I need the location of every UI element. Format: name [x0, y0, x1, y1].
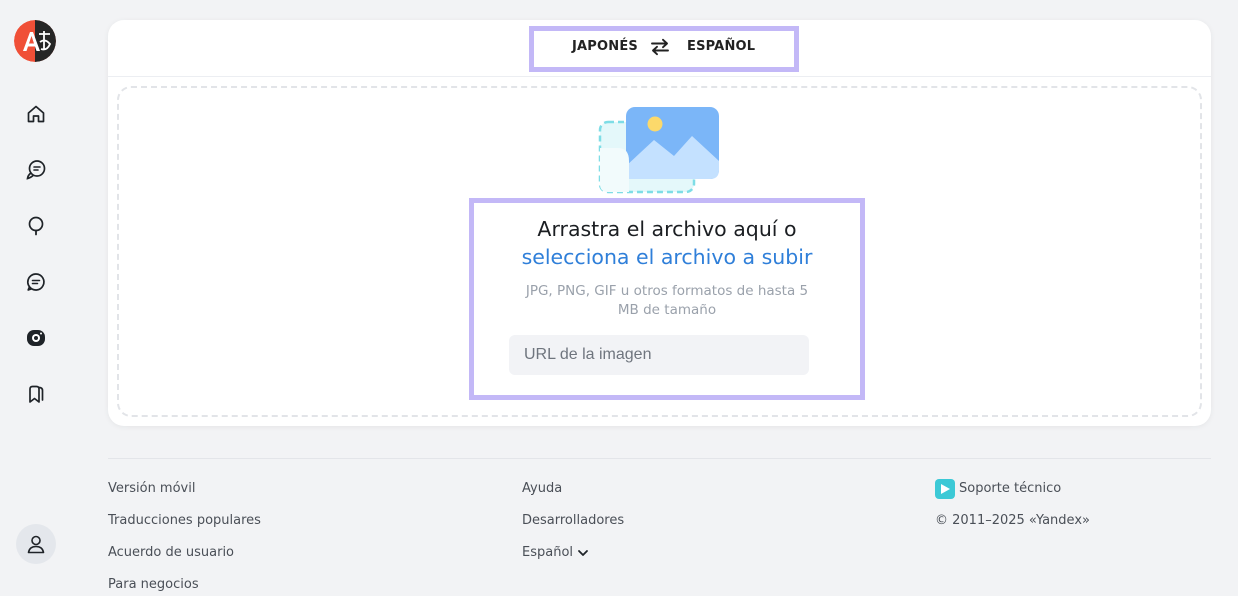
support-icon[interactable] — [935, 479, 955, 499]
bookmarks-icon[interactable] — [22, 380, 50, 408]
footer-link-support[interactable]: Soporte técnico — [959, 481, 1061, 496]
image-url-input[interactable] — [509, 335, 809, 375]
language-select-value: Español — [522, 545, 574, 560]
home-icon[interactable] — [22, 100, 50, 128]
chat-icon[interactable] — [22, 268, 50, 296]
upload-title: Arrastra el archivo aquí o — [537, 217, 797, 241]
footer-link-popular-translations[interactable]: Traducciones populares — [108, 513, 261, 528]
source-language-button[interactable]: JAPONÉS — [572, 39, 638, 54]
footer-link-user-agreement[interactable]: Acuerdo de usuario — [108, 545, 234, 560]
sidebar — [0, 0, 72, 596]
language-bar: JAPONÉS ESPAÑOL — [108, 20, 1211, 77]
select-file-link[interactable]: selecciona el archivo a subir — [474, 245, 860, 269]
language-select[interactable]: Español — [522, 545, 589, 560]
target-language-button[interactable]: ESPAÑOL — [687, 39, 755, 54]
footer-link-developers[interactable]: Desarrolladores — [522, 513, 624, 528]
bulb-icon[interactable] — [22, 212, 50, 240]
copyright-text: © 2011–2025 «Yandex» — [935, 513, 1090, 528]
upload-instructions: Arrastra el archivo aquí o selecciona el… — [469, 198, 865, 400]
footer-link-for-business[interactable]: Para negocios — [108, 577, 199, 592]
chevron-down-icon — [578, 549, 588, 556]
user-icon — [27, 535, 45, 554]
user-avatar-button[interactable] — [16, 524, 56, 564]
camera-icon[interactable] — [22, 324, 50, 352]
translate-logo-icon[interactable] — [14, 20, 56, 62]
footer-link-mobile-version[interactable]: Versión móvil — [108, 481, 195, 496]
image-placeholder-icon — [596, 104, 720, 196]
dialog-icon[interactable] — [22, 156, 50, 184]
footer-divider — [108, 458, 1211, 459]
image-translation-card: JAPONÉS ESPAÑOL Arrastra el archivo aquí… — [108, 20, 1211, 426]
swap-arrows-icon[interactable] — [649, 36, 671, 58]
upload-hint: JPG, PNG, GIF u otros formatos de hasta … — [525, 283, 809, 318]
footer-link-help[interactable]: Ayuda — [522, 481, 562, 496]
